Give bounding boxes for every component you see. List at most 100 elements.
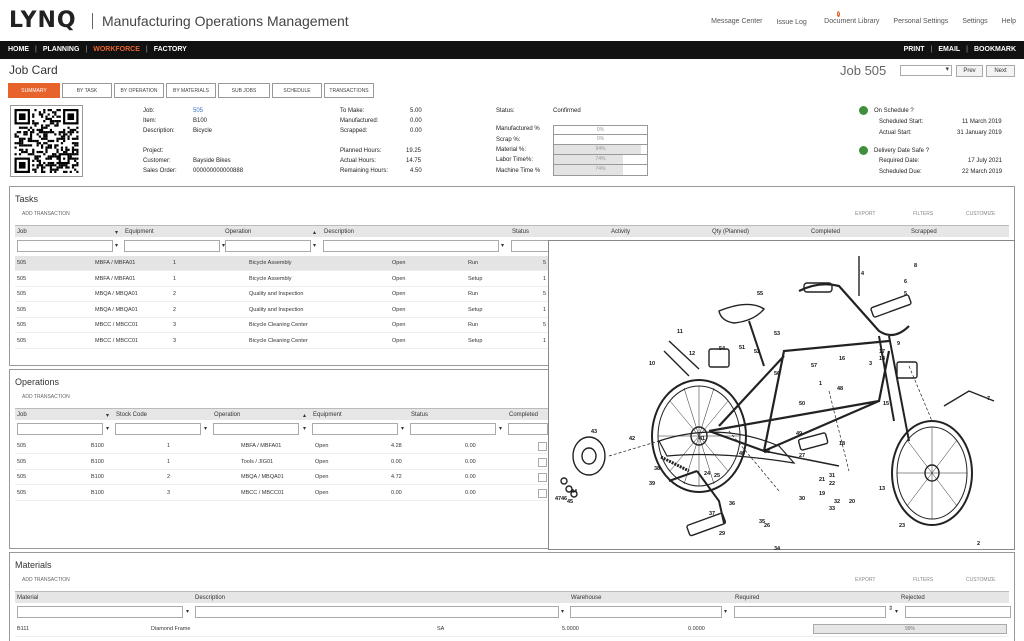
tasks-filters[interactable]: FILTERS <box>913 211 933 217</box>
filter-icon[interactable]: ▾ <box>501 242 504 249</box>
col-status[interactable]: Status <box>411 412 428 418</box>
qr-module <box>36 128 39 132</box>
col-operation[interactable]: Operation <box>225 229 251 235</box>
issue-log-link[interactable]: Issue Log 7 <box>776 11 841 28</box>
table-row[interactable]: B111 Diamond Frame SA 5.0000 0.0000 99% <box>15 622 1009 637</box>
row-checkbox[interactable] <box>538 488 547 498</box>
filter-icon[interactable]: ▾ <box>401 425 404 432</box>
tasks-export[interactable]: EXPORT <box>855 211 875 217</box>
col-completed[interactable]: Completed <box>811 229 840 235</box>
job-select[interactable] <box>900 65 952 76</box>
materials-filters[interactable]: FILTERS <box>913 577 933 583</box>
filter-input[interactable] <box>213 423 299 435</box>
tab-transactions[interactable]: TRANSACTIONS <box>324 83 374 98</box>
col-rejected[interactable]: Rejected <box>901 595 925 601</box>
tab-by-materials[interactable]: BY MATERIALS <box>166 83 216 98</box>
filter-input[interactable] <box>508 423 548 435</box>
col-required[interactable]: Required <box>735 595 759 601</box>
filter-icon[interactable]: ▾ <box>106 425 109 432</box>
email-link[interactable]: EMAIL <box>938 46 960 53</box>
row-checkbox[interactable] <box>538 457 547 467</box>
col-job[interactable]: Job <box>17 412 27 418</box>
col-job[interactable]: Job <box>17 229 27 235</box>
qr-module <box>49 131 53 134</box>
col-equipment[interactable]: Equipment <box>313 412 342 418</box>
filter-icon[interactable]: ▾ <box>303 425 306 432</box>
part-label: 40 <box>739 451 746 457</box>
filter-input[interactable] <box>734 606 886 618</box>
col-warehouse[interactable]: Warehouse <box>571 595 601 601</box>
row-checkbox[interactable] <box>538 442 547 451</box>
materials-export[interactable]: EXPORT <box>855 577 875 583</box>
materials-add-transaction[interactable]: ADD TRANSACTION <box>22 577 70 583</box>
col-completed[interactable]: Completed <box>509 412 538 418</box>
personal-settings-link[interactable]: Personal Settings <box>893 18 948 28</box>
filter-input[interactable] <box>124 240 220 252</box>
sort-icon[interactable]: ▾ <box>106 412 109 419</box>
tab-schedule[interactable]: SCHEDULE <box>272 83 322 98</box>
nav-planning[interactable]: PLANNING <box>43 46 80 53</box>
nav-workforce[interactable]: WORKFORCE <box>93 46 140 53</box>
operations-add-transaction[interactable]: ADD TRANSACTION <box>22 394 70 400</box>
filter-icon[interactable]: ▾ <box>499 425 502 432</box>
lynq-logo[interactable]: LYNQ <box>9 8 77 33</box>
col-material[interactable]: Material <box>17 595 38 601</box>
nav-factory[interactable]: FACTORY <box>154 46 187 53</box>
delivery-safe-label: Delivery Date Safe ? <box>874 148 930 154</box>
filter-input[interactable] <box>323 240 499 252</box>
tasks-add-transaction[interactable]: ADD TRANSACTION <box>22 211 70 217</box>
col-equipment[interactable]: Equipment <box>125 229 154 235</box>
settings-link[interactable]: Settings <box>962 18 987 28</box>
filter-input[interactable] <box>410 423 496 435</box>
qr-module <box>38 150 41 154</box>
tab-by-task[interactable]: BY TASK <box>62 83 112 98</box>
col-description[interactable]: Description <box>195 595 225 601</box>
col-status[interactable]: Status <box>512 229 529 235</box>
prev-button[interactable]: Prev <box>956 65 983 77</box>
tasks-customize[interactable]: CUSTOMIZE <box>966 211 995 217</box>
tab-summary[interactable]: SUMMARY <box>8 83 60 98</box>
stepper-icon[interactable]: ⇕ <box>888 605 893 612</box>
filter-input[interactable] <box>17 606 183 618</box>
help-link[interactable]: Help <box>1002 18 1016 28</box>
col-operation[interactable]: Operation <box>214 412 240 418</box>
filter-input[interactable] <box>115 423 201 435</box>
filter-input[interactable] <box>17 423 103 435</box>
next-button[interactable]: Next <box>986 65 1015 77</box>
qr-module <box>29 139 33 143</box>
filter-icon[interactable]: ▾ <box>561 608 564 615</box>
tab-sub-jobs[interactable]: SUB JOBS <box>218 83 270 98</box>
col-activity[interactable]: Activity <box>611 229 630 235</box>
filter-input[interactable] <box>195 606 559 618</box>
job-value[interactable]: 505 <box>193 108 203 114</box>
col-scrapped[interactable]: Scrapped <box>911 229 937 235</box>
tab-by-operation[interactable]: BY OPERATION <box>114 83 164 98</box>
filter-input[interactable] <box>570 606 722 618</box>
row-checkbox[interactable] <box>538 473 547 482</box>
print-link[interactable]: PRINT <box>904 46 925 53</box>
sort-icon[interactable]: ▾ <box>115 229 118 236</box>
col-description[interactable]: Description <box>324 229 354 235</box>
filter-icon[interactable]: ▾ <box>186 608 189 615</box>
sort-icon[interactable]: ▴ <box>303 412 306 419</box>
message-center-link[interactable]: Message Center <box>711 18 762 28</box>
filter-input[interactable] <box>312 423 398 435</box>
col-stock-code[interactable]: Stock Code <box>116 412 147 418</box>
filter-icon[interactable]: ▾ <box>724 608 727 615</box>
col-qty-planned[interactable]: Qty (Planned) <box>712 229 749 235</box>
part-label: 44 <box>571 489 578 495</box>
filter-input[interactable] <box>225 240 311 252</box>
nav-home[interactable]: HOME <box>8 46 29 53</box>
filter-icon[interactable]: ▾ <box>895 608 898 615</box>
document-library-link[interactable]: Document Library <box>824 18 879 28</box>
materials-customize[interactable]: CUSTOMIZE <box>966 577 995 583</box>
sort-icon[interactable]: ▴ <box>313 229 316 236</box>
filter-icon[interactable]: ▾ <box>204 425 207 432</box>
bookmark-link[interactable]: BOOKMARK <box>974 46 1016 53</box>
filter-input[interactable] <box>17 240 113 252</box>
filter-icon[interactable]: ▾ <box>313 242 316 249</box>
qr-module <box>67 126 70 129</box>
filter-input[interactable] <box>905 606 1011 618</box>
filter-icon[interactable]: ▾ <box>115 242 118 249</box>
qr-module <box>45 142 48 145</box>
